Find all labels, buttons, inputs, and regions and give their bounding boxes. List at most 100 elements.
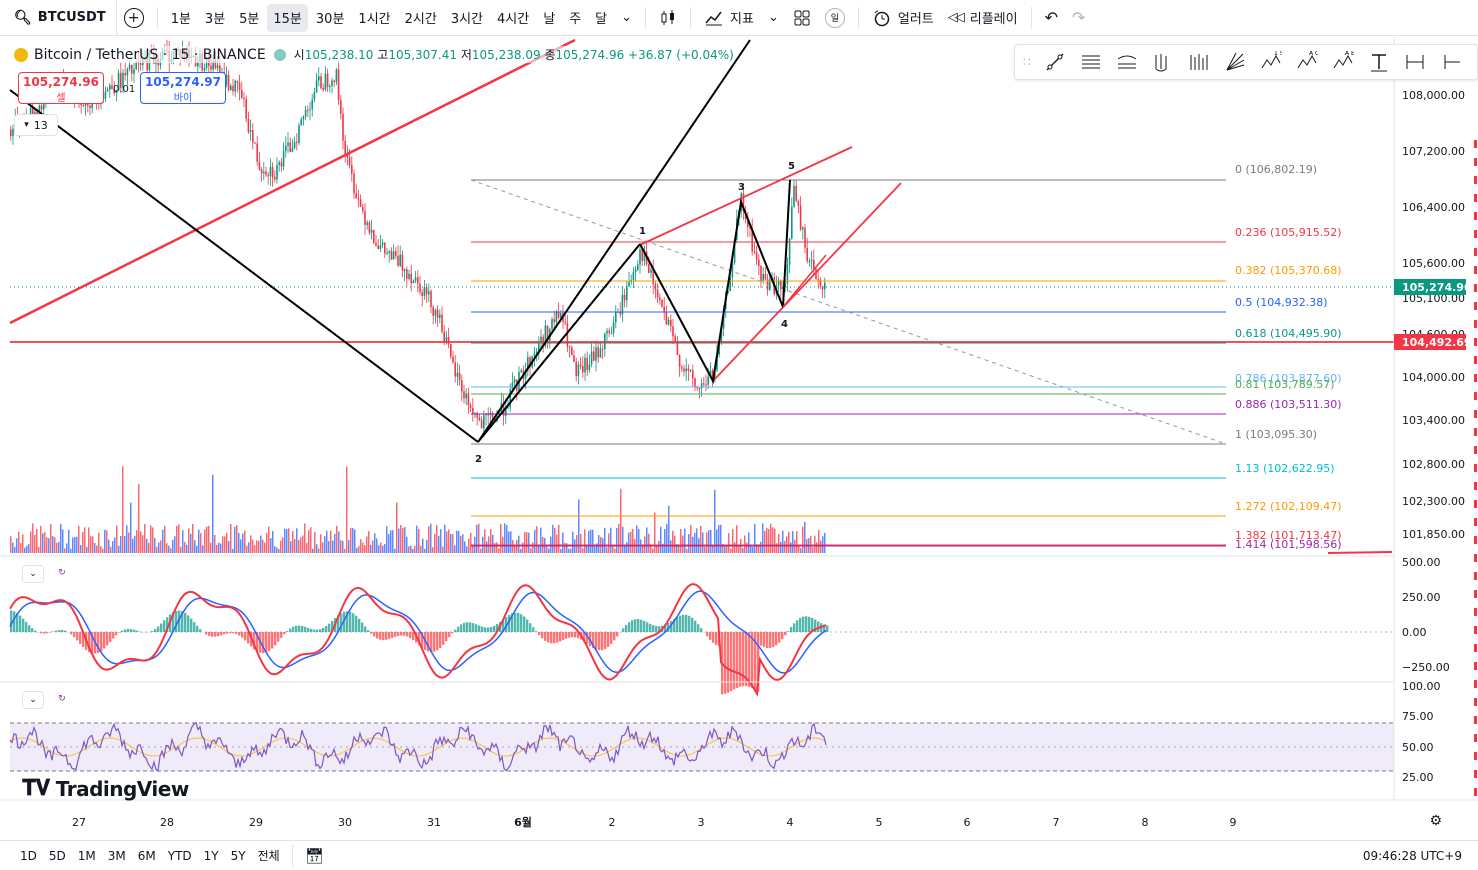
candle-body [373,229,375,243]
trend-line-tool[interactable] [1042,49,1068,75]
indicators-dropdown-button[interactable]: ⌄ [762,4,785,32]
volume-bar [360,539,362,553]
symbol-search[interactable]: 🔍︎ BTCUSDT [0,0,117,36]
interval-3h[interactable]: 3시간 [445,4,489,32]
edge-marker [1474,428,1477,436]
volume-bar [548,548,550,553]
volume-bar [230,524,232,553]
date-range-button[interactable]: 📅︎ [299,847,330,865]
volume-bar [736,525,738,553]
range-1y[interactable]: 1Y [198,849,225,863]
interval-day[interactable]: 날 [537,4,561,32]
volume-bar [686,548,688,553]
interval-4h[interactable]: 4시간 [491,4,535,32]
interval-week[interactable]: 주 [563,4,587,32]
clock[interactable]: 09:46:28 UTC+9 [1363,849,1462,863]
macd-histogram-bar [556,632,559,643]
macd-histogram-bar [808,616,811,632]
tradingview-logo[interactable]: 𝐓𝐕 TradingView [22,776,189,801]
fib-retracement[interactable]: 0 (106,802.19) 0.236 (105,915.52) 0.382 (1… [470,163,1342,551]
interval-3m[interactable]: 3분 [199,4,231,32]
abc-pattern-tool[interactable]: A C [1294,49,1320,75]
fib-level-label: 0.618 (104,495.90) [1235,327,1342,340]
interval-2h[interactable]: 2시간 [399,4,443,32]
range-all[interactable]: 전체 [252,847,286,864]
volume-bar [60,523,62,553]
interval-1m[interactable]: 1분 [165,4,197,32]
red-channel-upper[interactable] [639,146,853,246]
black-trend-line[interactable] [9,89,479,443]
macd-histogram-bar [196,625,199,632]
red-short-line[interactable] [1327,551,1393,554]
interval-15m[interactable]: 15분 [267,3,308,32]
layout-badge[interactable]: 일 [819,4,851,32]
rsi-settings-button[interactable]: ↻ [52,691,72,707]
range-1d[interactable]: 1D [14,849,43,863]
macd-histogram-bar [223,632,226,635]
ruler-icon [1444,55,1460,69]
indicator-count-toggle[interactable]: ▾ 13 [14,114,58,136]
volume-bar [148,542,150,553]
rsi-tick: 50.00 [1402,741,1434,754]
volume-bar [394,548,396,553]
volume-bar [58,541,60,553]
drawings[interactable]: 1 2 3 4 5 [9,38,1394,554]
gann-tool[interactable] [1186,49,1212,75]
elliott-wave-tool[interactable]: A E [1330,49,1356,75]
time-tick: 5 [876,816,883,829]
range-3m[interactable]: 3M [102,849,132,863]
more-tools[interactable] [1438,49,1464,75]
measure-tool[interactable] [1402,49,1428,75]
interval-5m[interactable]: 5분 [233,4,265,32]
volume-bar [160,540,162,553]
price-axis[interactable]: 108,000.00 107,200.00 106,400.00 105,600.00… [1393,37,1478,837]
redo-button[interactable]: ↷ [1066,4,1091,32]
interval-30m[interactable]: 30분 [310,4,351,32]
xabcd-pattern-tool[interactable]: 1 5 [1258,49,1284,75]
volume-bar [718,524,720,553]
volume-bar [466,546,468,553]
interval-dropdown-button[interactable]: ⌄ [615,4,638,32]
compare-symbol-button[interactable]: + [118,4,150,32]
macd-histogram-bar [235,632,238,634]
channel-tool[interactable] [1114,49,1140,75]
candle-body [700,383,703,389]
candle-body [694,378,696,387]
range-5d[interactable]: 5D [43,849,72,863]
indicators-button[interactable]: 지표 [698,4,760,32]
chart-canvas[interactable]: 0 (106,802.19) 0.236 (105,915.52) 0.382 (1… [0,37,1478,837]
time-axis[interactable]: 27 28 29 30 31 6월 2 3 4 5 6 7 8 9 [0,799,1478,829]
sell-button[interactable]: 105,274.96 셀 [18,72,104,104]
rsi-collapse-button[interactable]: ⌄ [22,691,44,709]
interval-month[interactable]: 달 [589,4,613,32]
candle-body [582,365,584,373]
fib-fan-tool[interactable] [1222,49,1248,75]
replay-button[interactable]: ◁◁ 리플레이 [942,4,1024,32]
layout-button[interactable] [787,4,817,32]
volume-bar [702,532,704,553]
range-ytd[interactable]: YTD [162,849,198,863]
macd-histogram-bar [385,632,388,640]
volume-bar [418,529,420,553]
alert-button[interactable]: 얼러트 [866,4,940,32]
candle-body [256,143,258,162]
candle-body [672,326,674,337]
black-trend-line[interactable] [477,39,751,443]
layout-badge-label: 일 [824,7,845,28]
parallel-lines-tool[interactable] [1078,49,1104,75]
range-1m[interactable]: 1M [72,849,102,863]
pitchfork-tool[interactable] [1150,49,1176,75]
candle-body [287,142,289,146]
macd-settings-button[interactable]: ↻ [52,565,72,581]
gear-icon[interactable]: ⚙ [1429,813,1442,829]
volume-bar [154,538,156,553]
undo-button[interactable]: ↶ [1039,4,1064,32]
text-tool[interactable] [1366,49,1392,75]
chart-type-button[interactable] [653,4,683,32]
interval-1h[interactable]: 1시간 [352,4,396,32]
buy-button[interactable]: 105,274.97 바이 [140,72,226,104]
macd-collapse-button[interactable]: ⌄ [22,565,44,583]
drag-handle-icon[interactable]: ∷ [1023,55,1031,69]
range-5y[interactable]: 5Y [225,849,252,863]
range-6m[interactable]: 6M [132,849,162,863]
